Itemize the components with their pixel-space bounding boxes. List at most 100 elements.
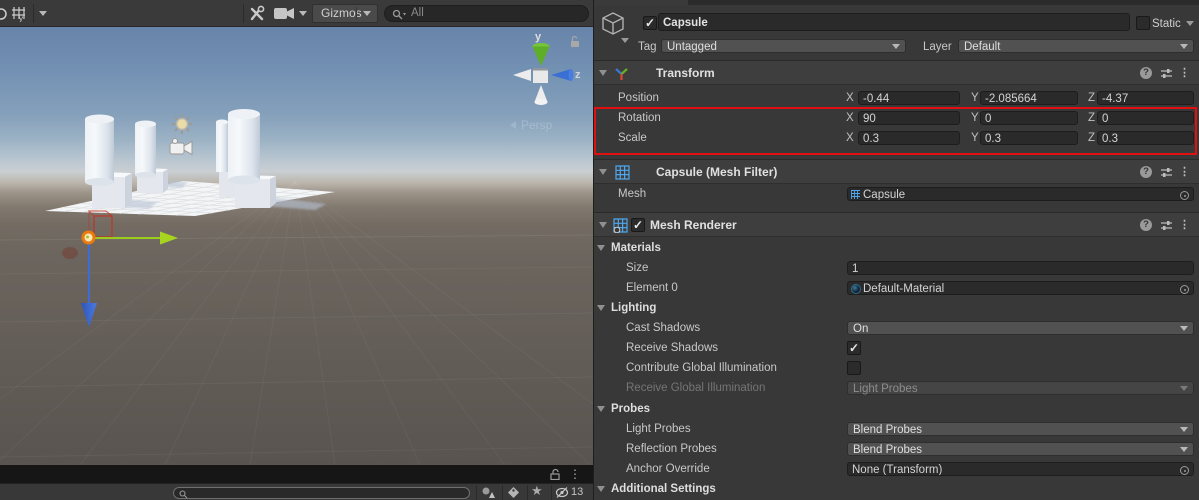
grid-snap-icon[interactable]: y bbox=[11, 6, 27, 22]
search-placeholder: All bbox=[411, 7, 424, 19]
static-label: Static bbox=[1152, 18, 1181, 30]
receive-shadows-checkbox[interactable] bbox=[847, 341, 861, 355]
object-picker-icon[interactable] bbox=[1180, 466, 1189, 475]
gizmos-dropdown[interactable]: Gizmos bbox=[312, 4, 378, 23]
mesh-filter-foldout[interactable] bbox=[599, 169, 607, 175]
additional-settings-foldout[interactable] bbox=[597, 486, 605, 492]
lighting-group-row[interactable]: Lighting bbox=[594, 298, 1199, 318]
presets-icon[interactable] bbox=[1160, 166, 1173, 179]
contribute-gi-checkbox[interactable] bbox=[847, 361, 861, 375]
gameobject-cube-icon[interactable] bbox=[600, 11, 628, 39]
materials-group-row[interactable]: Materials bbox=[594, 238, 1199, 258]
mesh-renderer-icon bbox=[613, 218, 628, 233]
reflection-probes-row: Reflection Probes Blend Probes bbox=[594, 439, 1199, 459]
star-filter-icon[interactable]: ★ bbox=[531, 483, 543, 499]
kebab-menu-icon[interactable]: ⋮ bbox=[1179, 165, 1190, 178]
tag-value: Untagged bbox=[667, 41, 717, 53]
cast-shadows-row: Cast Shadows On bbox=[594, 318, 1199, 338]
name-field[interactable]: Capsule bbox=[658, 13, 1130, 31]
element0-object-field[interactable]: Default-Material bbox=[847, 281, 1194, 295]
camera-icon[interactable] bbox=[274, 7, 296, 20]
probes-foldout[interactable] bbox=[597, 406, 605, 412]
grid-snap-dropdown-caret[interactable] bbox=[39, 11, 47, 16]
gizmos-separator bbox=[356, 7, 357, 20]
element0-label: Element 0 bbox=[626, 282, 678, 294]
scene-viewport[interactable]: y z Persp bbox=[0, 27, 593, 465]
receive-gi-row: Receive Global Illumination Light Probes bbox=[594, 378, 1199, 398]
layer-dropdown[interactable]: Default bbox=[958, 39, 1194, 53]
object-picker-icon[interactable] bbox=[1180, 285, 1189, 294]
object-picker-icon[interactable] bbox=[1180, 191, 1189, 200]
position-row: Position X -0.44 Y -2.085664 Z -4.37 bbox=[594, 88, 1199, 108]
separator bbox=[476, 485, 477, 500]
help-icon[interactable]: ? bbox=[1140, 219, 1152, 231]
position-label: Position bbox=[618, 92, 659, 104]
mesh-renderer-header[interactable]: Mesh Renderer ? ⋮ bbox=[594, 212, 1199, 237]
help-icon[interactable]: ? bbox=[1140, 166, 1152, 178]
cast-shadows-label: Cast Shadows bbox=[626, 322, 700, 334]
mesh-renderer-title: Mesh Renderer bbox=[650, 218, 737, 232]
lock-icon[interactable] bbox=[571, 37, 579, 48]
kebab-menu-icon[interactable]: ⋮ bbox=[1179, 218, 1190, 231]
position-z-field[interactable]: -4.37 bbox=[1097, 91, 1194, 105]
tag-dropdown[interactable]: Untagged bbox=[661, 39, 906, 53]
presets-icon[interactable] bbox=[1160, 219, 1173, 232]
mesh-renderer-enabled-checkbox[interactable] bbox=[631, 218, 645, 232]
highlight-rectangle bbox=[594, 107, 1197, 155]
receive-shadows-label: Receive Shadows bbox=[626, 342, 718, 354]
position-y-field[interactable]: -2.085664 bbox=[980, 91, 1078, 105]
hidden-objects-icon[interactable] bbox=[555, 486, 571, 499]
camera-dropdown-caret[interactable] bbox=[299, 11, 307, 16]
tools-icon[interactable] bbox=[248, 5, 268, 23]
selected-object[interactable] bbox=[82, 231, 96, 245]
lighting-foldout[interactable] bbox=[597, 305, 605, 311]
anchor-override-row: Anchor Override None (Transform) bbox=[594, 459, 1199, 479]
light-probes-dropdown[interactable]: Blend Probes bbox=[847, 422, 1194, 436]
name-value: Capsule bbox=[663, 17, 708, 29]
materials-foldout[interactable] bbox=[597, 245, 605, 251]
help-icon[interactable]: ? bbox=[1140, 67, 1152, 79]
gameobject-filter-icon[interactable] bbox=[481, 486, 496, 499]
presets-icon[interactable] bbox=[1160, 67, 1173, 80]
position-x-field[interactable]: -0.44 bbox=[858, 91, 960, 105]
panel-menu-icon[interactable]: ⋮ bbox=[569, 467, 581, 481]
scene-search-input[interactable]: All bbox=[384, 5, 589, 22]
svg-text:y: y bbox=[19, 14, 23, 22]
mesh-renderer-foldout[interactable] bbox=[599, 222, 607, 228]
hierarchy-search-input[interactable] bbox=[173, 487, 470, 499]
additional-settings-group-row[interactable]: Additional Settings bbox=[594, 479, 1199, 499]
element0-value: Default-Material bbox=[863, 283, 944, 295]
persp-label[interactable]: Persp bbox=[521, 118, 552, 132]
cut-tool-icon[interactable] bbox=[0, 7, 8, 21]
static-caret[interactable] bbox=[1186, 21, 1194, 26]
unlock-icon[interactable] bbox=[549, 468, 561, 480]
mesh-filter-title: Capsule (Mesh Filter) bbox=[656, 165, 777, 179]
transform-header[interactable]: Transform ? ⋮ bbox=[594, 60, 1199, 85]
inspector-panel: Capsule Static Tag Untagged Layer Defaul… bbox=[594, 0, 1199, 500]
cast-shadows-dropdown[interactable]: On bbox=[847, 321, 1194, 335]
mesh-object-field[interactable]: Capsule bbox=[847, 187, 1194, 201]
scene-orientation-gizmo[interactable] bbox=[513, 43, 574, 105]
static-checkbox[interactable] bbox=[1136, 16, 1150, 30]
directional-light-gizmo[interactable] bbox=[172, 114, 192, 134]
camera-gizmo[interactable] bbox=[170, 139, 192, 155]
inspector-tab[interactable] bbox=[594, 0, 688, 5]
probes-group-row[interactable]: Probes bbox=[594, 399, 1199, 419]
search-icon bbox=[392, 9, 408, 20]
size-field[interactable]: 1 bbox=[847, 261, 1194, 275]
active-checkbox[interactable] bbox=[643, 16, 657, 30]
axis-x-label: X bbox=[846, 92, 854, 104]
element0-row: Element 0 Default-Material bbox=[594, 278, 1199, 298]
gameobject-icon-caret[interactable] bbox=[621, 38, 629, 43]
mesh-filter-header[interactable]: Capsule (Mesh Filter) ? ⋮ bbox=[594, 159, 1199, 184]
kebab-menu-icon[interactable]: ⋮ bbox=[1179, 66, 1190, 79]
material-icon bbox=[851, 284, 861, 294]
probes-title: Probes bbox=[611, 403, 650, 415]
tag-filter-icon[interactable] bbox=[507, 486, 521, 499]
separator bbox=[502, 485, 503, 500]
persp-arrow-icon[interactable] bbox=[510, 121, 516, 129]
light-probes-row: Light Probes Blend Probes bbox=[594, 419, 1199, 439]
anchor-override-field[interactable]: None (Transform) bbox=[847, 462, 1194, 476]
transform-foldout[interactable] bbox=[599, 70, 607, 76]
reflection-probes-dropdown[interactable]: Blend Probes bbox=[847, 442, 1194, 456]
